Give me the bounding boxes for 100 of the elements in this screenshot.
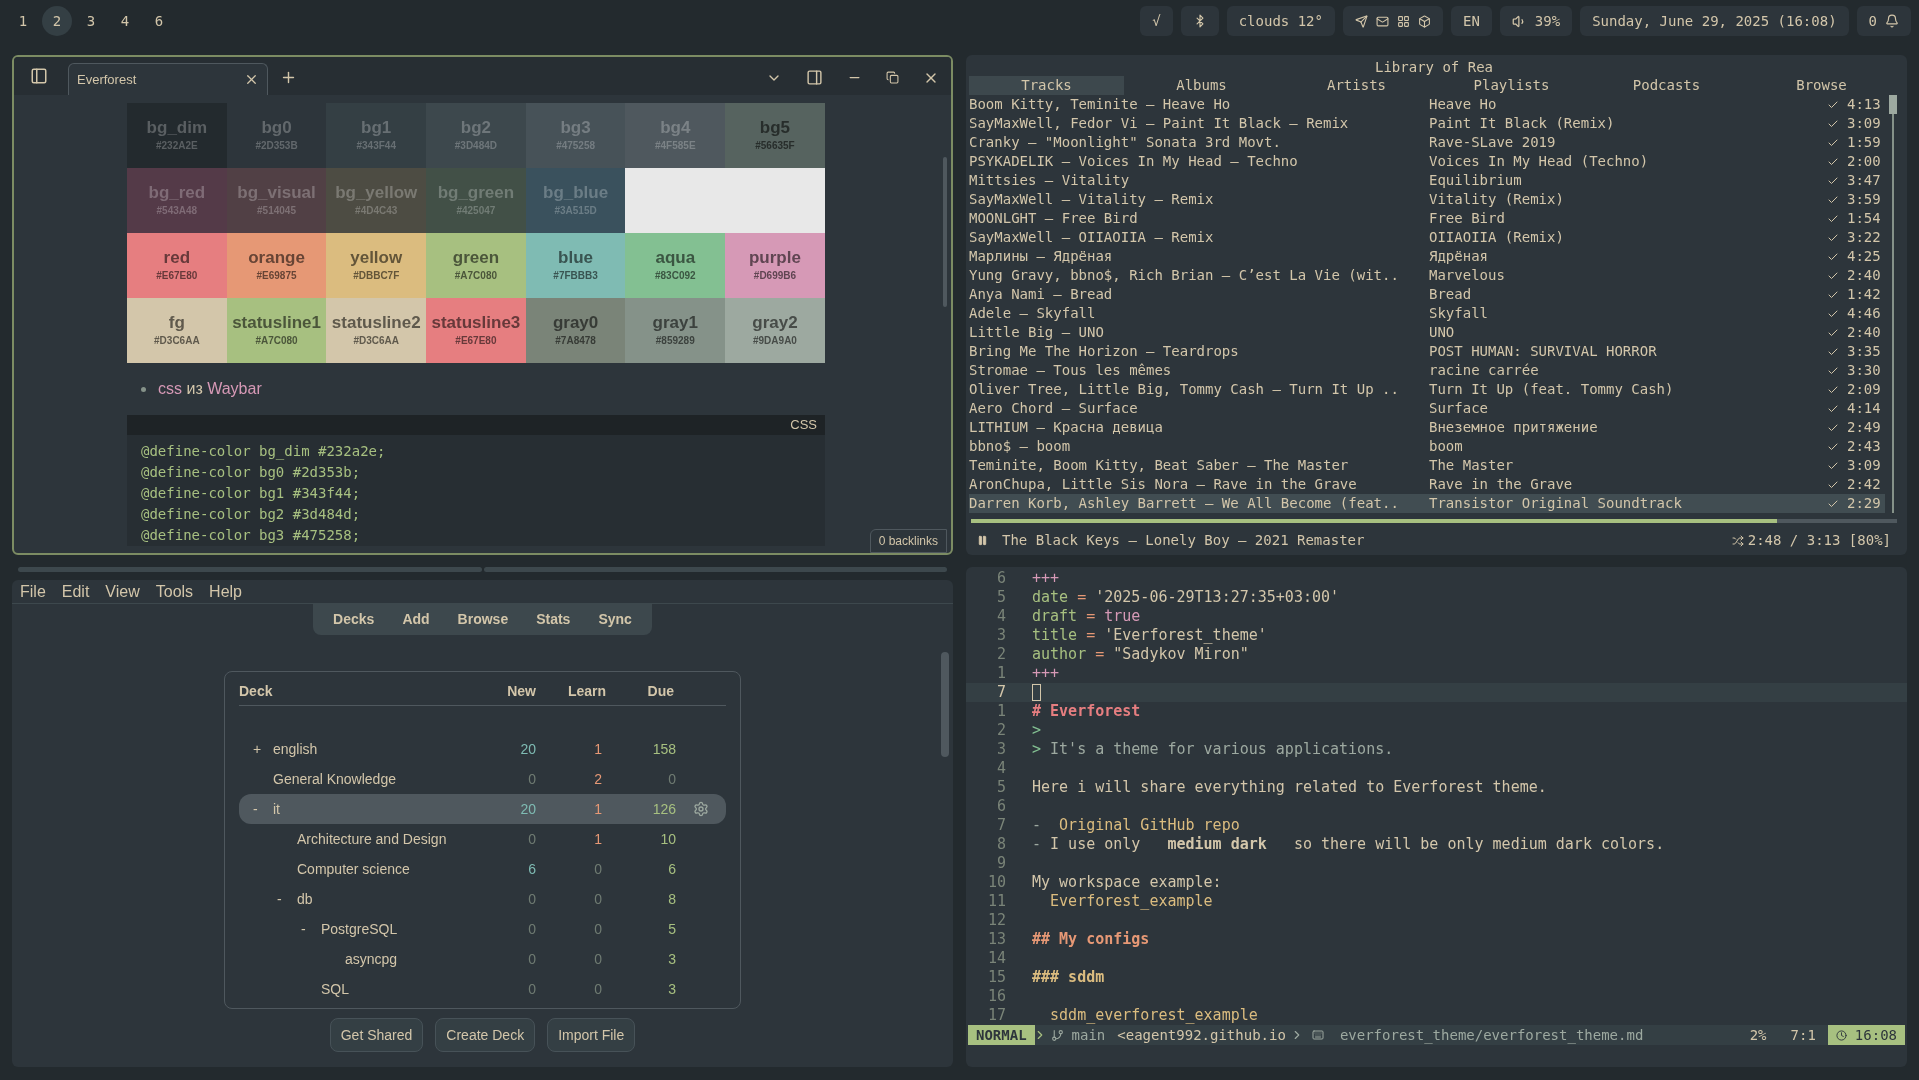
toolbar-tab[interactable]: Stats: [536, 609, 571, 630]
line-text: ## My configs: [1032, 929, 1150, 951]
track-album: Ядрёная: [1429, 247, 1489, 266]
note-tab[interactable]: Everforest: [68, 63, 268, 95]
restore-icon[interactable]: [886, 71, 899, 84]
deck-name[interactable]: Computer science: [297, 858, 410, 880]
track-row[interactable]: bbno$ – boom boom 2:43: [969, 437, 1885, 456]
box-icon[interactable]: [1417, 14, 1431, 28]
workspace-button[interactable]: 3: [76, 6, 106, 36]
workspace-button[interactable]: 4: [110, 6, 140, 36]
backlinks-badge[interactable]: 0 backlinks: [869, 529, 947, 553]
splitter-handle[interactable]: [483, 567, 947, 572]
swatch-hex: #E67E80: [156, 269, 198, 283]
track-row[interactable]: MOONLGHT – Free Bird Free Bird 1:54: [969, 209, 1885, 228]
track-row[interactable]: PSYKADELIK – Voices In My Head – Techno Voices In My Head (Techno) 2:00: [969, 152, 1885, 171]
scrollbar[interactable]: [943, 157, 947, 307]
grid-icon[interactable]: [1396, 14, 1410, 28]
scrollbar[interactable]: [1889, 95, 1897, 114]
menu-item[interactable]: Tools: [155, 580, 194, 604]
toolbar-tab[interactable]: Browse: [457, 609, 509, 630]
pause-icon[interactable]: [977, 535, 988, 546]
deck-action-button[interactable]: Import File: [547, 1018, 636, 1052]
library-tab[interactable]: Artists: [1279, 76, 1434, 95]
workspace-button[interactable]: 1: [8, 6, 38, 36]
track-row[interactable]: SayMaxWell, Fedor Vi – Paint It Black – Remix Paint It Black (Remix) 3:09: [969, 114, 1885, 133]
track-row[interactable]: Bring Me The Horizon – Teardrops POST HUMAN: SURVIVAL HORROR 3:35: [969, 342, 1885, 361]
link[interactable]: css: [158, 380, 187, 397]
deck-row[interactable]: asyncpg 0 0 3: [239, 944, 726, 974]
expand-toggle[interactable]: -: [253, 798, 258, 820]
volume-indicator[interactable]: 39%: [1499, 6, 1573, 36]
deck-name[interactable]: PostgreSQL: [321, 918, 398, 940]
library-tab[interactable]: Albums: [1124, 76, 1279, 95]
paper-plane-icon[interactable]: [1354, 14, 1368, 28]
link[interactable]: Waybar: [207, 380, 262, 397]
workspace-button[interactable]: 2: [42, 6, 72, 36]
gear-icon[interactable]: [693, 801, 709, 817]
track-row[interactable]: Little Big – UNO UNO 2:40: [969, 323, 1885, 342]
update-indicator[interactable]: √: [1140, 6, 1173, 36]
close-icon[interactable]: [244, 72, 259, 87]
deck-name[interactable]: it: [273, 798, 280, 820]
menu-item[interactable]: Edit: [61, 580, 90, 604]
deck-row[interactable]: - PostgreSQL 0 0 5: [239, 914, 726, 944]
track-row[interactable]: Марлины – Ядрёная Ядрёная 4:25: [969, 247, 1885, 266]
language-indicator[interactable]: EN: [1450, 6, 1492, 36]
deck-row[interactable]: + english 20 1 158: [239, 734, 726, 764]
track-row[interactable]: Oliver Tree, Little Big, Tommy Cash – Turn It Up .. Turn It Up (feat. Tommy Cash) 2:09: [969, 380, 1885, 399]
deck-name[interactable]: english: [273, 738, 318, 760]
deck-row[interactable]: Computer science 6 0 6: [239, 854, 726, 884]
track-row[interactable]: Mittsies – Vitality Equilibrium 3:47: [969, 171, 1885, 190]
track-row[interactable]: Anya Nami – Bread Bread 1:42: [969, 285, 1885, 304]
track-row[interactable]: SayMaxWell – Vitality – Remix Vitality (Remix) 3:59: [969, 190, 1885, 209]
track-row[interactable]: Darren Korb, Ashley Barrett – We All Become (feat.. Transistor Original Soundtrack 2:29: [969, 494, 1885, 513]
menu-item[interactable]: Help: [209, 580, 242, 604]
track-row[interactable]: Teminite, Boom Kitty, Beat Saber – The Master The Master 3:09: [969, 456, 1885, 475]
expand-toggle[interactable]: +: [253, 738, 262, 760]
deck-row[interactable]: General Knowledge 0 2 0: [239, 764, 726, 794]
track-row[interactable]: Yung Gravy, bbno$, Rich Brian – C’est La Vie (wit.. Marvelous 2:40: [969, 266, 1885, 285]
mail-icon[interactable]: [1375, 14, 1389, 28]
toolbar-tab[interactable]: Sync: [598, 609, 632, 630]
bluetooth-button[interactable]: [1180, 6, 1219, 36]
library-tab[interactable]: Browse: [1744, 76, 1899, 95]
library-tab[interactable]: Tracks: [969, 76, 1124, 95]
expand-toggle[interactable]: -: [301, 918, 306, 940]
deck-name[interactable]: asyncpg: [345, 948, 398, 970]
toolbar-tab[interactable]: Add: [402, 609, 430, 630]
deck-action-button[interactable]: Create Deck: [435, 1018, 536, 1052]
track-row[interactable]: Adele – Skyfall Skyfall 4:46: [969, 304, 1885, 323]
deck-name[interactable]: SQL: [321, 978, 349, 1000]
track-row[interactable]: SayMaxWell – OIIAOIIA – Remix OIIAOIIA (Remix) 3:22: [969, 228, 1885, 247]
track-row[interactable]: Cranky – "Moonlight" Sonata 3rd Movt. Rave-SLave 2019 1:59: [969, 133, 1885, 152]
deck-row[interactable]: SQL 0 0 3: [239, 974, 726, 1004]
workspace-button[interactable]: 6: [144, 6, 174, 36]
track-row[interactable]: Aero Chord – Surface Surface 4:14: [969, 399, 1885, 418]
deck-row[interactable]: Architecture and Design 0 1 10: [239, 824, 726, 854]
menu-item[interactable]: View: [105, 580, 140, 604]
track-row[interactable]: AronChupa, Little Sis Nora – Rave in the Grave Rave in the Grave 2:42: [969, 475, 1885, 494]
learn-count: 0: [593, 919, 603, 939]
notifications-button[interactable]: 0: [1856, 6, 1911, 36]
toolbar-tab[interactable]: Decks: [333, 609, 375, 630]
shuffle-icon[interactable]: [1731, 534, 1744, 547]
splitter-handle[interactable]: [18, 567, 482, 572]
deck-name[interactable]: db: [297, 888, 313, 910]
new-tab-icon[interactable]: [280, 69, 297, 86]
library-tab[interactable]: Playlists: [1434, 76, 1589, 95]
scrollbar[interactable]: [941, 652, 949, 757]
deck-action-button[interactable]: Get Shared: [329, 1018, 424, 1052]
track-row[interactable]: LITHIUM – Красна девица Внеземное притяжение 2:49: [969, 418, 1885, 437]
deck-row[interactable]: - db 0 0 8: [239, 884, 726, 914]
menu-item[interactable]: File: [20, 580, 46, 604]
expand-toggle[interactable]: -: [277, 888, 282, 910]
track-album: Marvelous: [1429, 266, 1506, 285]
line-number: 14: [986, 948, 1007, 970]
track-row[interactable]: Boom Kitty, Teminite – Heave Ho Heave Ho 4:13: [969, 95, 1885, 114]
library-tab[interactable]: Podcasts: [1589, 76, 1744, 95]
split-view-icon[interactable]: [806, 69, 823, 86]
track-row[interactable]: Stromae – Tous les mêmes racine carrée 3:30: [969, 361, 1885, 380]
deck-name[interactable]: Architecture and Design: [297, 828, 447, 850]
deck-name[interactable]: General Knowledge: [273, 768, 396, 790]
deck-row[interactable]: - it 20 1 126: [239, 794, 726, 824]
sidebar-toggle-icon[interactable]: [30, 67, 48, 85]
